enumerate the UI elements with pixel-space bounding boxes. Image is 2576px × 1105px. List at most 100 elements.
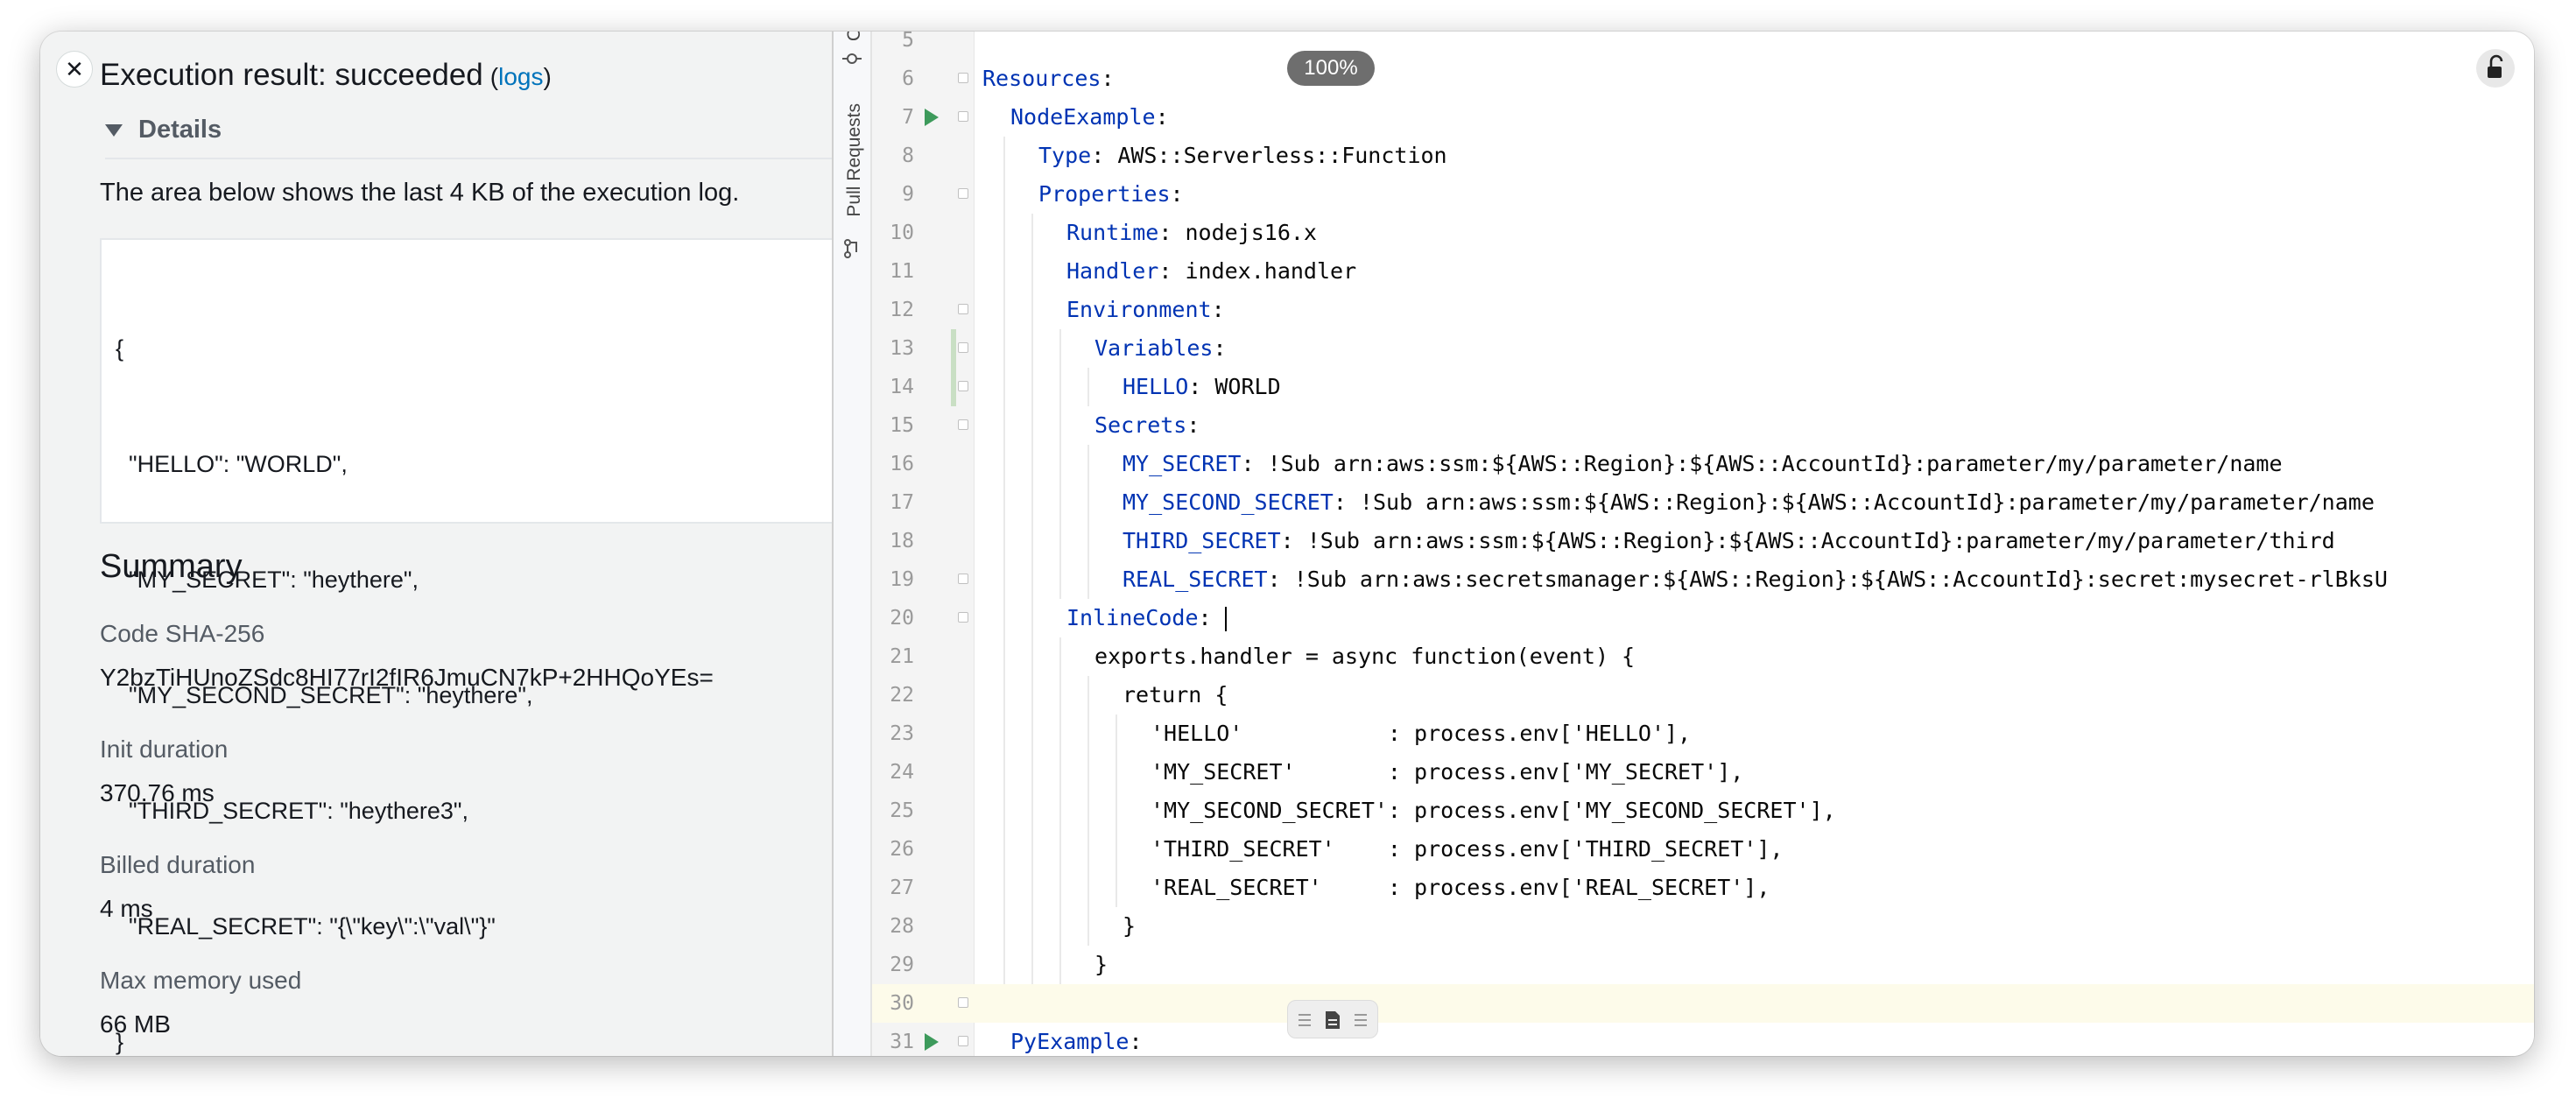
indent-guide xyxy=(1059,637,1061,676)
code-line[interactable]: 19 REAL_SECRET: !Sub arn:aws:secretsmanag… xyxy=(872,560,2534,599)
vcs-change-marker[interactable] xyxy=(951,329,956,368)
yaml-key: Variables xyxy=(1094,335,1214,361)
code-line[interactable]: 14 HELLO: WORLD xyxy=(872,368,2534,406)
code-text: return { xyxy=(1123,676,1228,714)
code-value: : xyxy=(1213,335,1227,361)
line-number: 26 xyxy=(890,838,914,861)
execution-result-title: Execution result: succeeded xyxy=(100,58,483,92)
indent-guide xyxy=(1087,907,1089,946)
line-number: 14 xyxy=(890,376,914,398)
fold-icon[interactable] xyxy=(958,73,968,83)
code-line[interactable]: 30 xyxy=(872,984,2534,1023)
fold-icon[interactable] xyxy=(958,574,968,584)
code-value: exports.handler = async function(event) … xyxy=(1094,644,1636,669)
code-line[interactable]: 20 InlineCode: xyxy=(872,599,2534,637)
fold-icon[interactable] xyxy=(958,188,968,199)
code-line[interactable]: 16 MY_SECRET: !Sub arn:aws:ssm:${AWS::Reg… xyxy=(872,445,2534,483)
code-text: Properties: xyxy=(1038,175,1184,214)
fold-icon[interactable] xyxy=(958,111,968,122)
code-line[interactable]: 22 return { xyxy=(872,676,2534,714)
code-text: 'MY_SECRET' : process.env['MY_SECRET'], xyxy=(1151,753,1743,792)
code-line[interactable]: 31 PyExample: xyxy=(872,1023,2534,1056)
indent-guide xyxy=(1003,599,1005,637)
summary-item-max-memory: Max memory used 66 MB xyxy=(100,967,301,1038)
vcs-change-marker[interactable] xyxy=(951,368,956,406)
indent-guide xyxy=(1031,676,1033,714)
code-line[interactable]: 9 Properties: xyxy=(872,175,2534,214)
indent-guide xyxy=(1059,792,1061,830)
line-number: 28 xyxy=(890,915,914,938)
code-text: MY_SECOND_SECRET: !Sub arn:aws:ssm:${AWS… xyxy=(1123,483,2375,522)
code-value: : xyxy=(1155,104,1169,130)
code-value: : AWS::Serverless::Function xyxy=(1091,143,1447,168)
code-line[interactable]: 27 'REAL_SECRET' : process.env['REAL_SECR… xyxy=(872,869,2534,907)
code-line[interactable]: 7 NodeExample: xyxy=(872,98,2534,137)
code-line[interactable]: 11 Handler: index.handler xyxy=(872,252,2534,291)
details-toggle[interactable]: Details xyxy=(105,116,832,159)
line-number: 10 xyxy=(890,222,914,244)
code-line[interactable]: 17 MY_SECOND_SECRET: !Sub arn:aws:ssm:${A… xyxy=(872,483,2534,522)
yaml-key: Runtime xyxy=(1066,220,1159,245)
fold-icon[interactable] xyxy=(958,997,968,1008)
fold-icon[interactable] xyxy=(958,342,968,353)
yaml-key: InlineCode xyxy=(1066,605,1199,630)
zoom-level-badge[interactable]: 100% xyxy=(1287,51,1375,86)
line-number: 22 xyxy=(890,684,914,707)
code-text: THIRD_SECRET: !Sub arn:aws:ssm:${AWS::Re… xyxy=(1123,522,2335,560)
yaml-key: Type xyxy=(1038,143,1092,168)
code-line[interactable]: 28} xyxy=(872,907,2534,946)
fold-icon[interactable] xyxy=(958,1036,968,1046)
fold-icon[interactable] xyxy=(958,381,968,391)
run-icon[interactable] xyxy=(925,109,939,126)
commit-tab-label[interactable]: C xyxy=(844,32,865,41)
code-line[interactable]: 6 Resources: xyxy=(872,60,2534,98)
summary-value: 66 MB xyxy=(100,1010,171,1038)
indent-guide xyxy=(1059,714,1061,753)
code-line[interactable]: 18 THIRD_SECRET: !Sub arn:aws:ssm:${AWS::… xyxy=(872,522,2534,560)
indent-guide xyxy=(1059,368,1061,406)
readonly-lock-button[interactable] xyxy=(2476,49,2515,88)
yaml-key: Resources xyxy=(982,66,1101,91)
fold-icon[interactable] xyxy=(958,612,968,623)
yaml-key: Handler xyxy=(1066,258,1159,284)
indent-guide xyxy=(1059,753,1061,792)
code-line[interactable]: 13 Variables: xyxy=(872,329,2534,368)
fold-icon[interactable] xyxy=(958,304,968,314)
indent-guide xyxy=(1087,830,1089,869)
yaml-key: THIRD_SECRET xyxy=(1123,528,1281,553)
run-icon[interactable] xyxy=(925,1033,939,1051)
code-line[interactable]: 10 Runtime: nodejs16.x xyxy=(872,214,2534,252)
line-number: 12 xyxy=(890,299,914,321)
code-line[interactable]: 29} xyxy=(872,946,2534,984)
code-line[interactable]: 23 'HELLO' : process.env['HELLO'], xyxy=(872,714,2534,753)
code-value: 'MY_SECOND_SECRET': process.env['MY_SECO… xyxy=(1151,798,1836,823)
indent-guide xyxy=(1003,368,1005,406)
line-number: 21 xyxy=(890,645,914,668)
pull-request-icon[interactable] xyxy=(842,238,862,259)
indent-guide xyxy=(1003,175,1005,214)
code-line[interactable]: 5 xyxy=(872,32,2534,60)
indent-guide xyxy=(1059,329,1061,368)
logs-paren-close: ) xyxy=(543,63,552,90)
document-icon[interactable] xyxy=(1323,1010,1342,1031)
code-line[interactable]: 24 'MY_SECRET' : process.env['MY_SECRET']… xyxy=(872,753,2534,792)
code-value: : xyxy=(1186,412,1200,438)
code-line[interactable]: 25 'MY_SECOND_SECRET': process.env['MY_SE… xyxy=(872,792,2534,830)
code-text: InlineCode: xyxy=(1066,599,1227,637)
logs-link[interactable]: logs xyxy=(498,63,543,90)
code-line[interactable]: 12 Environment: xyxy=(872,291,2534,329)
code-line[interactable]: 26 'THIRD_SECRET' : process.env['THIRD_SE… xyxy=(872,830,2534,869)
indent-guide xyxy=(1031,291,1033,329)
code-lines[interactable]: 5 6 Resources: 7 NodeExample: 8 Type: AWS::Ser… xyxy=(872,32,2534,1056)
code-line[interactable]: 8 Type: AWS::Serverless::Function xyxy=(872,137,2534,175)
indent-guide xyxy=(1031,252,1033,291)
pull-requests-tab[interactable]: Pull Requests xyxy=(844,103,865,217)
align-left-icon[interactable] xyxy=(1295,1010,1314,1031)
close-button[interactable]: ✕ xyxy=(56,51,93,88)
align-right-icon[interactable] xyxy=(1351,1010,1370,1031)
code-line[interactable]: 15 Secrets: xyxy=(872,406,2534,445)
commit-icon[interactable] xyxy=(842,49,862,68)
code-line[interactable]: 21 exports.handler = async function(event… xyxy=(872,637,2534,676)
fold-icon[interactable] xyxy=(958,419,968,430)
code-text: Environment: xyxy=(1066,291,1225,329)
